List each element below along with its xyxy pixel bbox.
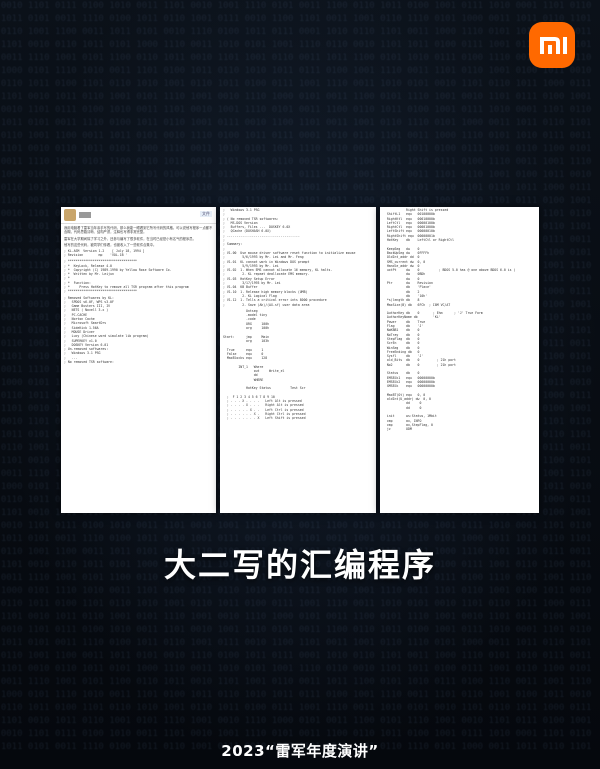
code-block-source: Ontseg .model tiny .code ORG 100h org 10… — [223, 308, 306, 421]
code-block-summary: ; Windows 3.1 PSG ; ; ( No removed TSR s… — [223, 208, 356, 307]
paragraph-1: 我用电脑看了雷军当年亲手写的代码，那么我能一眼看到它所写代码的风格。可以说他写程… — [64, 226, 213, 235]
code-document-panel-3: Right Shift is pressed ShiftL1 equ 00100… — [380, 207, 539, 513]
mi-logo-glyph — [540, 37, 567, 54]
code-document-panel-1: 文件 我用电脑看了雷军当年亲手写的代码，那么我能一眼看到它所写代码的风格。可以说… — [61, 207, 216, 513]
header-chip: 文件 — [200, 211, 212, 217]
code-block-variables: Right Shift is pressed ShiftL1 equ 00100… — [386, 208, 516, 432]
event-footer: 2023“雷军年度演讲” — [221, 742, 379, 760]
code-block-removed-list: ; Removed Softwares by KL: ; SPDOS v6.0F… — [64, 295, 149, 365]
mi-logo — [529, 22, 575, 68]
username-redacted — [79, 212, 91, 218]
avatar — [64, 209, 76, 221]
code-block-banner: ; ************************************ ;… — [64, 259, 189, 294]
code-block-header: ; KL.ASM Version 1.2 [ July 18, 1994 ] ;… — [64, 248, 145, 257]
slide-title: 大二写的汇编程序 — [163, 546, 436, 584]
paragraph-2: 雷军在大学期间除了学习之外，还参与编写了很多软件，在当时已经是小有名气的程序员。 — [64, 236, 196, 241]
code-document-panel-2: ; Windows 3.1 PSG ; ; ( No removed TSR s… — [220, 207, 376, 513]
post-header: 文件 — [61, 207, 216, 224]
